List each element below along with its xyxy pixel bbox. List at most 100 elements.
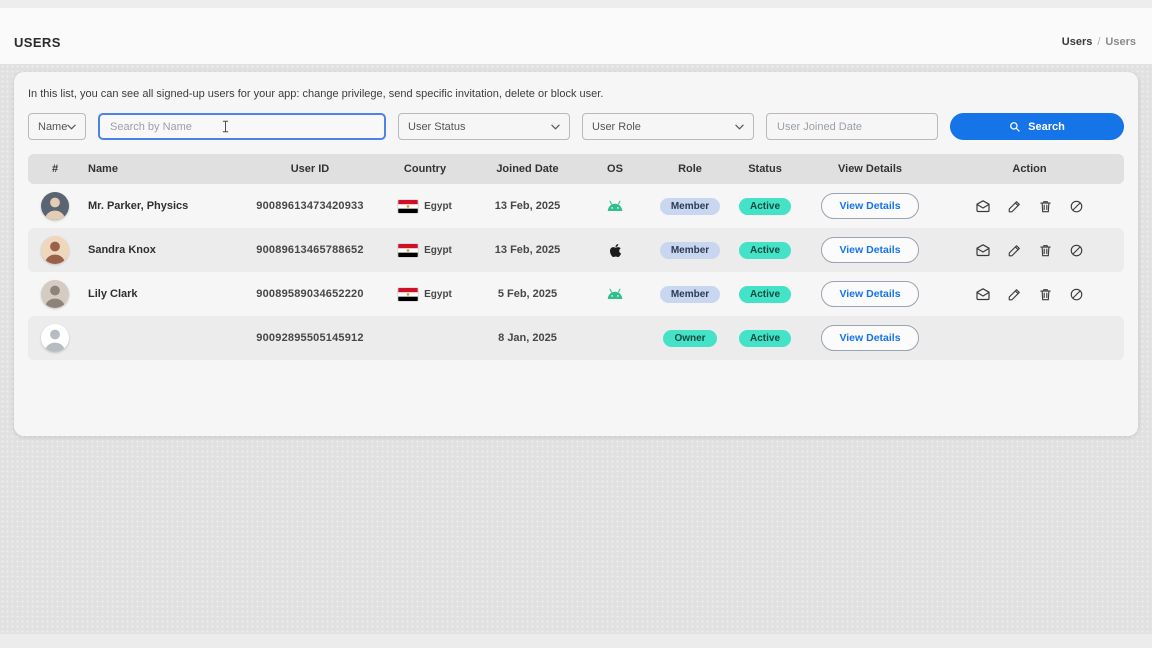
- joined-date: 13 Feb, 2025: [480, 200, 575, 212]
- android-icon: [606, 288, 624, 300]
- table-row: Sandra Knox 90089613465788652 Egypt 13 F…: [28, 228, 1124, 272]
- user-role-label: User Role: [592, 121, 641, 133]
- role-badge: Member: [660, 198, 720, 215]
- chevron-down-icon: [551, 124, 560, 130]
- screen: USERS Users / Users In this list, you ca…: [0, 0, 1152, 648]
- status-badge: Active: [739, 242, 791, 259]
- egypt-flag-icon: [398, 244, 418, 257]
- edit-button[interactable]: [1007, 287, 1022, 302]
- edit-button[interactable]: [1007, 199, 1022, 214]
- actions-cell: [935, 286, 1124, 302]
- delete-button[interactable]: [1038, 243, 1053, 258]
- user-country: Egypt: [370, 288, 480, 301]
- user-role-dropdown[interactable]: User Role: [582, 113, 754, 140]
- block-button[interactable]: [1069, 287, 1084, 302]
- user-name: Mr. Parker, Physics: [82, 200, 250, 212]
- breadcrumb-current: Users: [1105, 36, 1136, 48]
- breadcrumb: Users / Users: [1062, 36, 1136, 48]
- view-details-button[interactable]: View Details: [821, 237, 918, 263]
- user-id: 90092895505145912: [250, 332, 370, 344]
- table-header-row: # Name User ID Country Joined Date OS Ro…: [28, 154, 1124, 184]
- joined-date: 8 Jan, 2025: [480, 332, 575, 344]
- role-badge: Owner: [663, 330, 716, 347]
- user-country: Egypt: [370, 244, 480, 257]
- view-details-button[interactable]: View Details: [821, 325, 918, 351]
- header-view-details: View Details: [805, 163, 935, 175]
- joined-date: 13 Feb, 2025: [480, 244, 575, 256]
- egypt-flag-icon: [398, 288, 418, 301]
- filter-bar: Name User Status: [28, 113, 1124, 140]
- joined-date-input[interactable]: [766, 113, 938, 140]
- joined-date: 5 Feb, 2025: [480, 288, 575, 300]
- user-status-dropdown[interactable]: User Status: [398, 113, 570, 140]
- breadcrumb-separator: /: [1097, 36, 1100, 48]
- view-details-button[interactable]: View Details: [821, 281, 918, 307]
- page-title: USERS: [14, 35, 61, 50]
- user-name: Sandra Knox: [82, 244, 250, 256]
- chevron-down-icon: [67, 124, 76, 130]
- view-details-button[interactable]: View Details: [821, 193, 918, 219]
- country-label: Egypt: [424, 245, 452, 256]
- egypt-flag-icon: [398, 200, 418, 213]
- user-id: 90089613473420933: [250, 200, 370, 212]
- search-field-wrap: [98, 113, 386, 140]
- user-status-label: User Status: [408, 121, 465, 133]
- os-cell: [575, 200, 655, 212]
- os-cell: [575, 243, 655, 258]
- name-filter-label: Name: [38, 121, 67, 133]
- actions-cell: [935, 198, 1124, 214]
- user-id: 90089613465788652: [250, 244, 370, 256]
- search-button[interactable]: Search: [950, 113, 1124, 140]
- header-role: Role: [655, 163, 725, 175]
- topbar: USERS Users / Users: [0, 8, 1152, 64]
- actions-cell: [935, 242, 1124, 258]
- table-row: Mr. Parker, Physics 90089613473420933 Eg…: [28, 184, 1124, 228]
- header-action: Action: [935, 163, 1124, 175]
- search-input[interactable]: [98, 113, 386, 140]
- header-user-id: User ID: [250, 163, 370, 175]
- search-icon: [1009, 121, 1021, 133]
- mail-button[interactable]: [975, 242, 991, 258]
- os-cell: [575, 288, 655, 300]
- header-name: Name: [82, 163, 250, 175]
- search-button-label: Search: [1028, 121, 1065, 133]
- description: In this list, you can see all signed-up …: [28, 88, 1124, 100]
- block-button[interactable]: [1069, 243, 1084, 258]
- edit-button[interactable]: [1007, 243, 1022, 258]
- country-label: Egypt: [424, 201, 452, 212]
- status-badge: Active: [739, 198, 791, 215]
- users-card: In this list, you can see all signed-up …: [14, 72, 1138, 436]
- avatar-placeholder: [41, 324, 69, 352]
- top-strip: [0, 0, 1152, 8]
- avatar: [41, 192, 69, 220]
- android-icon: [606, 200, 624, 212]
- user-name: Lily Clark: [82, 288, 250, 300]
- header-joined-date: Joined Date: [480, 163, 575, 175]
- user-country: Egypt: [370, 200, 480, 213]
- table-row: 90092895505145912 8 Jan, 2025 Owner Acti…: [28, 316, 1124, 360]
- header-os: OS: [575, 163, 655, 175]
- bottom-strip: [0, 634, 1152, 648]
- delete-button[interactable]: [1038, 287, 1053, 302]
- chevron-down-icon: [735, 124, 744, 130]
- table-row: Lily Clark 90089589034652220 Egypt 5 Feb…: [28, 272, 1124, 316]
- country-label: Egypt: [424, 289, 452, 300]
- user-id: 90089589034652220: [250, 288, 370, 300]
- header-country: Country: [370, 163, 480, 175]
- status-badge: Active: [739, 330, 791, 347]
- avatar: [41, 236, 69, 264]
- status-badge: Active: [739, 286, 791, 303]
- mail-button[interactable]: [975, 286, 991, 302]
- apple-icon: [609, 243, 622, 258]
- users-table: # Name User ID Country Joined Date OS Ro…: [28, 154, 1124, 360]
- header-num: #: [28, 163, 82, 175]
- block-button[interactable]: [1069, 199, 1084, 214]
- role-badge: Member: [660, 286, 720, 303]
- breadcrumb-users[interactable]: Users: [1062, 36, 1093, 48]
- mail-button[interactable]: [975, 198, 991, 214]
- header-status: Status: [725, 163, 805, 175]
- name-filter-dropdown[interactable]: Name: [28, 113, 86, 140]
- delete-button[interactable]: [1038, 199, 1053, 214]
- role-badge: Member: [660, 242, 720, 259]
- avatar: [41, 280, 69, 308]
